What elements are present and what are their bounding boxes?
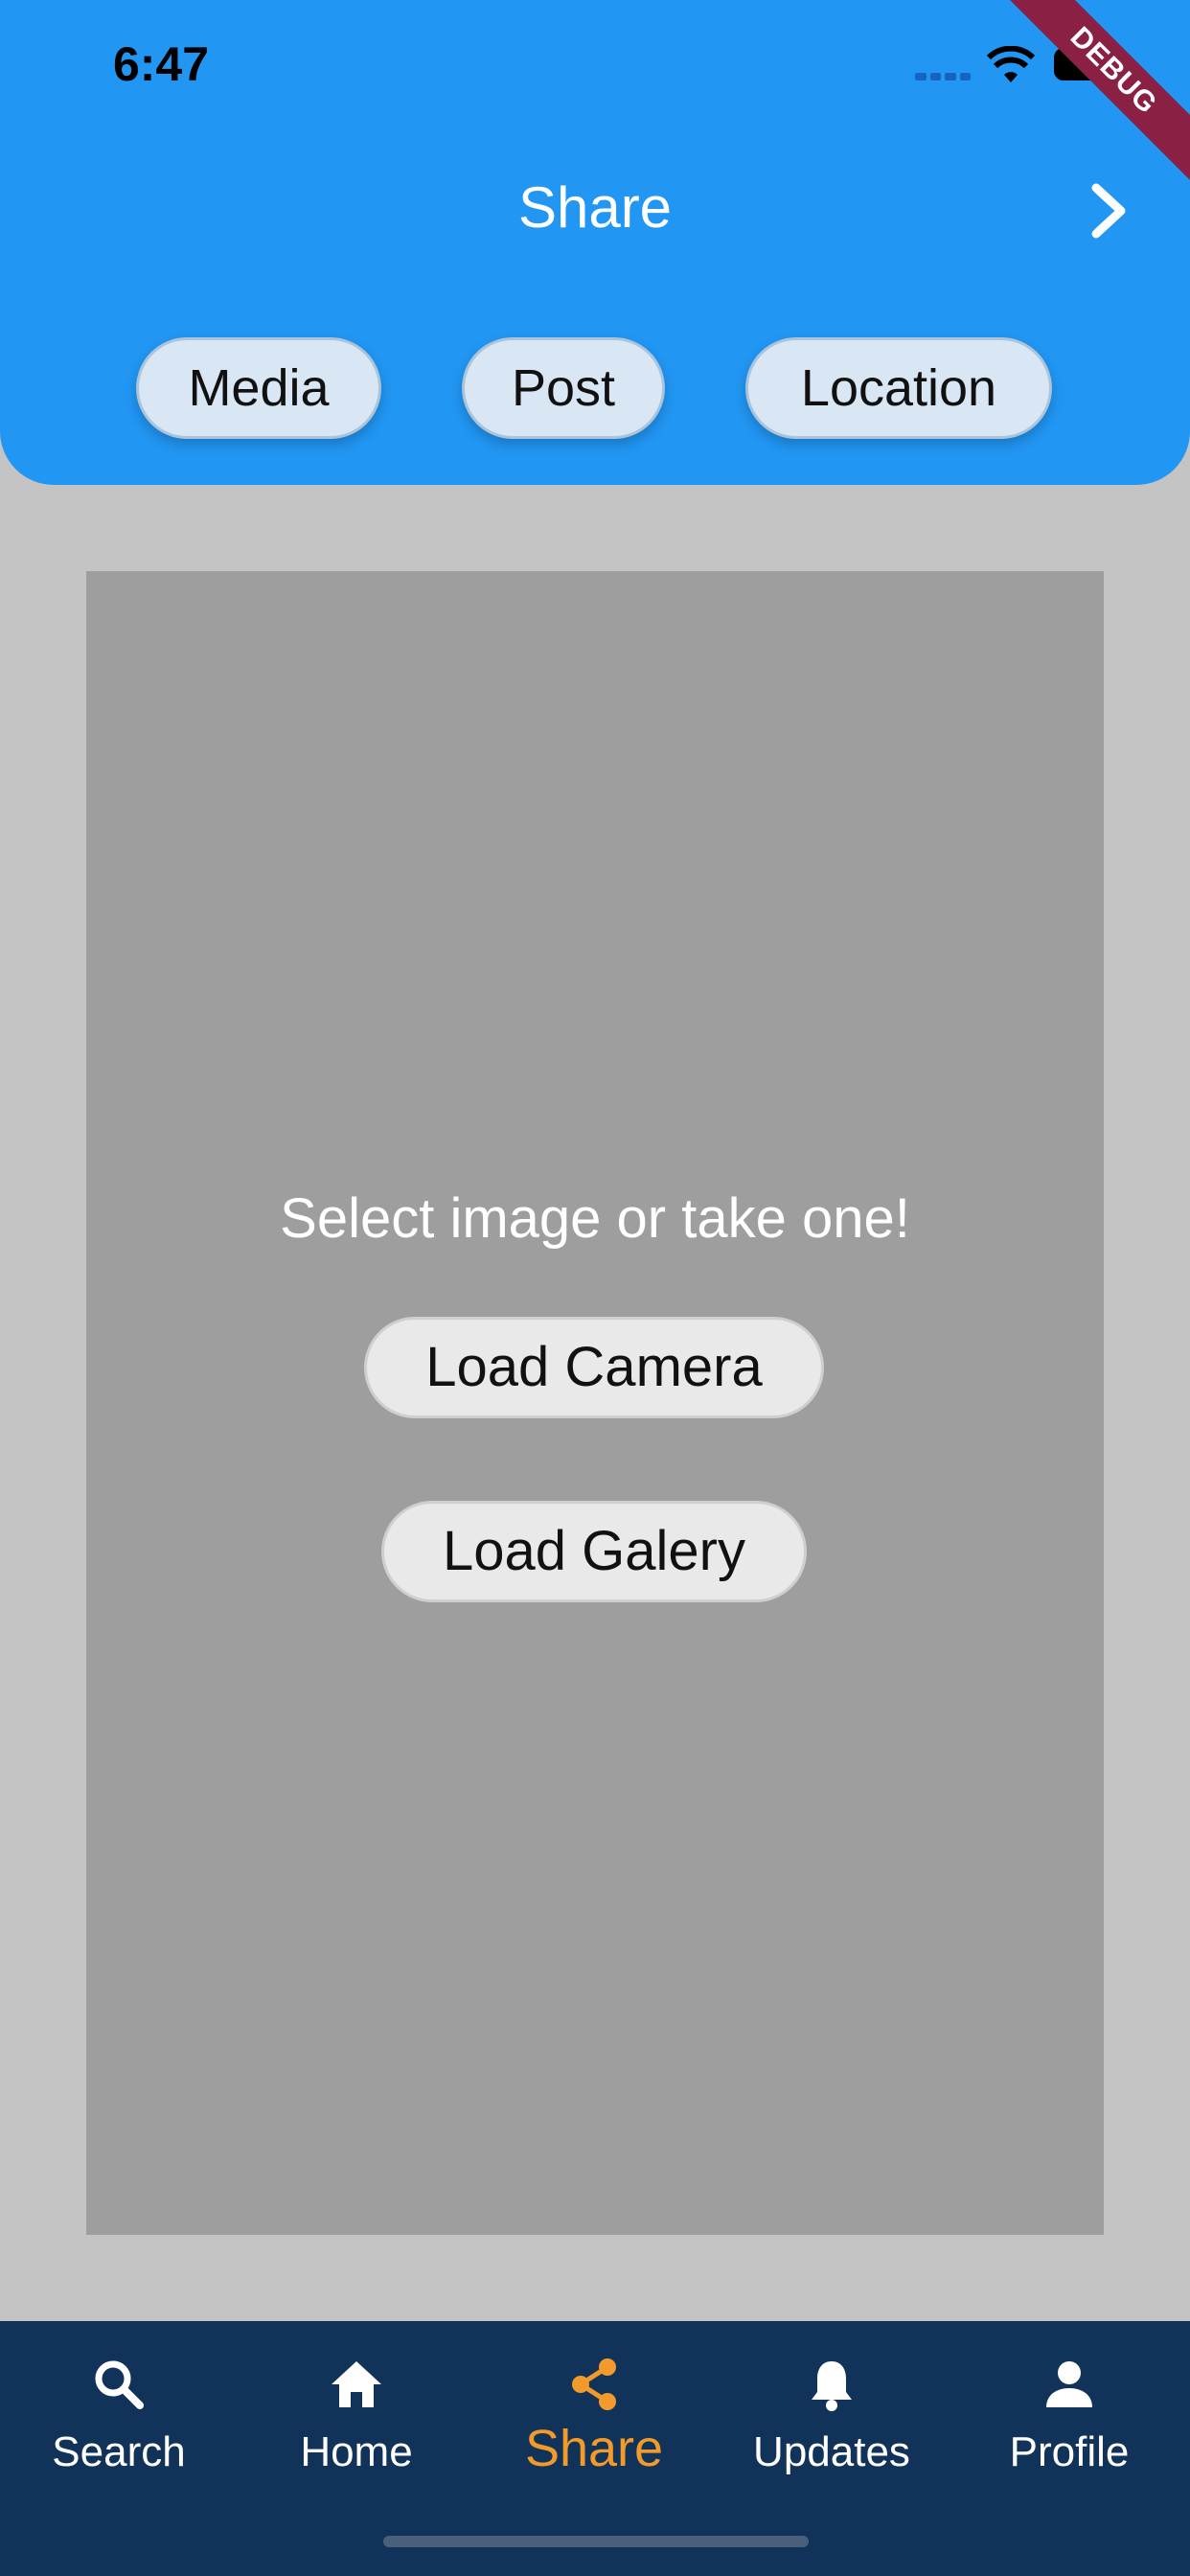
nav-label-search: Search bbox=[52, 2428, 186, 2475]
status-time: 6:47 bbox=[113, 37, 210, 91]
nav-item-profile[interactable]: Profile bbox=[950, 2321, 1188, 2513]
chip-location[interactable]: Location bbox=[745, 337, 1052, 439]
share-icon bbox=[572, 2358, 616, 2410]
page-title: Share bbox=[517, 175, 673, 240]
person-icon bbox=[1046, 2361, 1092, 2407]
nav-label-updates: Updates bbox=[753, 2428, 910, 2475]
select-image-prompt: Select image or take one! bbox=[280, 1187, 910, 1250]
chip-post[interactable]: Post bbox=[462, 337, 665, 439]
chip-media[interactable]: Media bbox=[136, 337, 381, 439]
nav-item-updates[interactable]: Updates bbox=[713, 2321, 950, 2513]
nav-item-search[interactable]: Search bbox=[0, 2321, 238, 2513]
wifi-icon bbox=[987, 46, 1035, 82]
nav-label-home: Home bbox=[300, 2428, 413, 2475]
load-camera-button[interactable]: Load Camera bbox=[364, 1317, 824, 1418]
chevron-right-icon[interactable] bbox=[1083, 182, 1136, 240]
app-bar: 6:47 DEBUG Share Media Post Location bbox=[0, 0, 1190, 485]
signal-icon bbox=[915, 73, 971, 80]
home-indicator bbox=[383, 2536, 809, 2547]
search-icon bbox=[95, 2360, 144, 2409]
nav-item-home[interactable]: Home bbox=[238, 2321, 475, 2513]
nav-label-share: Share bbox=[524, 2420, 664, 2477]
home-icon bbox=[332, 2361, 381, 2407]
load-gallery-button[interactable]: Load Galery bbox=[381, 1501, 807, 1602]
nav-label-profile: Profile bbox=[1009, 2428, 1130, 2475]
nav-item-share[interactable]: Share bbox=[475, 2321, 713, 2513]
bell-icon bbox=[812, 2361, 852, 2411]
debug-banner: DEBUG bbox=[988, 0, 1190, 196]
